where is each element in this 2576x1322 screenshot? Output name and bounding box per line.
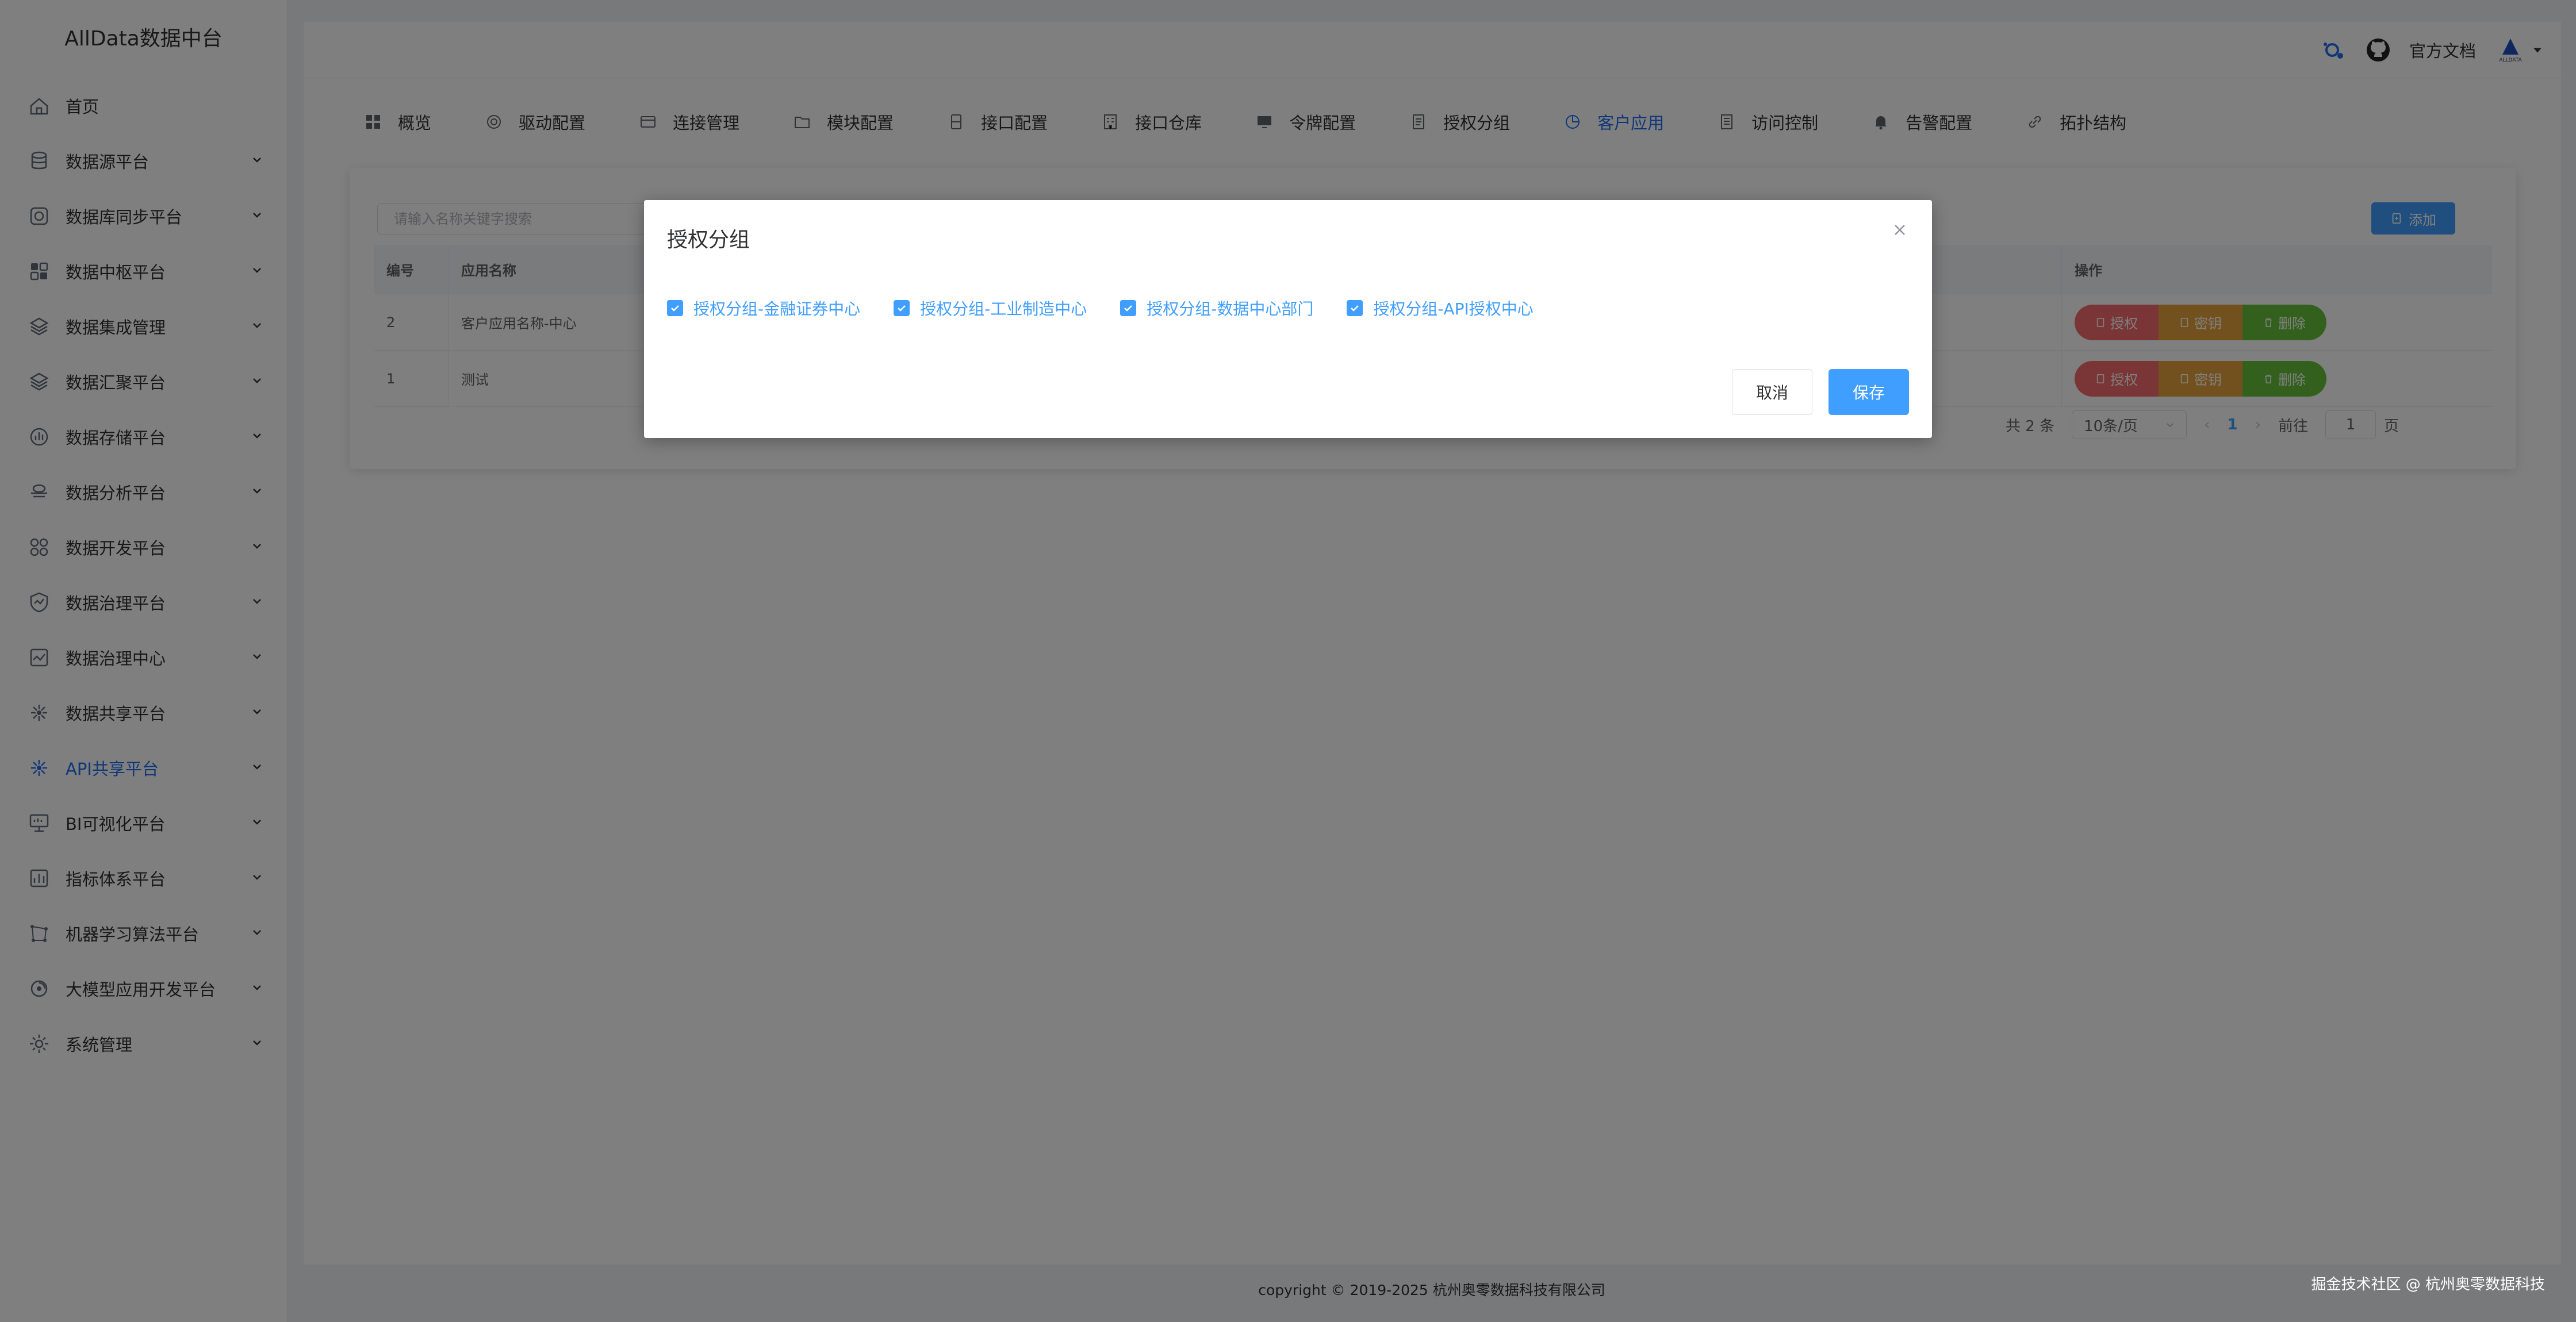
dialog-footer: 取消 保存 [1732, 369, 1909, 415]
group-checkbox[interactable]: 授权分组-工业制造中心 [894, 297, 1087, 320]
checkbox-checked-icon[interactable] [894, 300, 910, 316]
authorize-group-dialog: 授权分组 授权分组-金融证券中心 授权分组-工业制造中心 授权分组-数据中心部门… [644, 200, 1932, 438]
dialog-title: 授权分组 [667, 228, 750, 252]
group-checkbox-label: 授权分组-工业制造中心 [920, 299, 1087, 318]
group-checkbox-label: 授权分组-API授权中心 [1373, 299, 1534, 318]
checkbox-checked-icon[interactable] [1347, 300, 1363, 316]
close-icon[interactable] [1891, 221, 1909, 239]
modal-overlay[interactable] [0, 0, 2576, 1322]
group-checkbox-label: 授权分组-数据中心部门 [1147, 299, 1314, 318]
checkbox-checked-icon[interactable] [1120, 300, 1137, 316]
watermark: 掘金技术社区 @ 杭州奥零数据科技 [2311, 1276, 2545, 1293]
save-button[interactable]: 保存 [1828, 369, 1909, 415]
group-checkbox-label: 授权分组-金融证券中心 [693, 299, 861, 318]
group-checkbox[interactable]: 授权分组-API授权中心 [1347, 297, 1534, 320]
group-checkbox[interactable]: 授权分组-数据中心部门 [1120, 297, 1313, 320]
cancel-button[interactable]: 取消 [1732, 369, 1812, 415]
checkbox-checked-icon[interactable] [667, 300, 683, 316]
group-checkbox-list: 授权分组-金融证券中心 授权分组-工业制造中心 授权分组-数据中心部门 授权分组… [667, 297, 1534, 320]
group-checkbox[interactable]: 授权分组-金融证券中心 [667, 297, 860, 320]
